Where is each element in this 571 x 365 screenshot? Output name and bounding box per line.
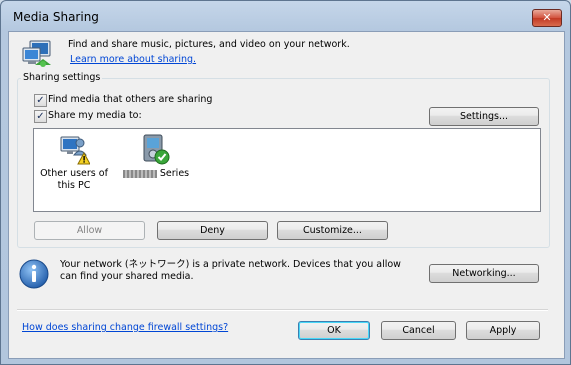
cancel-button[interactable]: Cancel bbox=[381, 321, 456, 340]
users-warning-icon bbox=[60, 136, 90, 165]
apply-button[interactable]: Apply bbox=[466, 321, 540, 340]
intro-text: Find and share music, pictures, and vide… bbox=[68, 39, 350, 50]
window-title: Media Sharing bbox=[13, 10, 99, 24]
firewall-settings-link[interactable]: How does sharing change firewall setting… bbox=[22, 322, 228, 333]
info-icon bbox=[19, 259, 49, 289]
customize-button[interactable]: Customize... bbox=[277, 221, 388, 240]
title-bar[interactable]: Media Sharing ✕ bbox=[1, 1, 570, 31]
allow-button[interactable]: Allow bbox=[34, 221, 145, 240]
footer-divider bbox=[17, 309, 548, 311]
networking-button[interactable]: Networking... bbox=[429, 264, 539, 283]
checkmark-icon: ✓ bbox=[36, 95, 45, 106]
close-icon: ✕ bbox=[542, 11, 552, 24]
media-device-allowed-icon bbox=[143, 134, 170, 165]
share-media-label[interactable]: Share my media to: bbox=[48, 110, 142, 121]
share-media-checkbox[interactable]: ✓ bbox=[34, 110, 47, 123]
find-media-label[interactable]: Find media that others are sharing bbox=[48, 94, 212, 105]
checkmark-icon: ✓ bbox=[36, 111, 45, 122]
close-button[interactable]: ✕ bbox=[532, 9, 562, 27]
settings-button[interactable]: Settings... bbox=[429, 107, 539, 126]
device-label: Other users of this PC bbox=[40, 168, 108, 191]
device-list[interactable]: Other users of this PC Series bbox=[33, 128, 541, 212]
find-media-checkbox[interactable]: ✓ bbox=[34, 94, 47, 107]
redacted-device-name bbox=[122, 169, 157, 178]
ok-button[interactable]: OK bbox=[298, 321, 370, 340]
learn-more-link[interactable]: Learn more about sharing. bbox=[70, 54, 196, 65]
network-message: Your network (ネットワーク) is a private netwo… bbox=[60, 259, 401, 282]
media-sharing-window: Media Sharing ✕ Find and share music, pi… bbox=[0, 0, 571, 365]
media-sharing-icon bbox=[22, 40, 51, 67]
dialog-client-area: Find and share music, pictures, and vide… bbox=[8, 31, 565, 359]
device-item-other-users[interactable]: Other users of this PC bbox=[36, 133, 112, 193]
device-label: Series bbox=[118, 168, 194, 180]
sharing-settings-label: Sharing settings bbox=[21, 72, 103, 83]
device-item-series[interactable]: Series bbox=[118, 133, 194, 193]
deny-button[interactable]: Deny bbox=[157, 221, 268, 240]
